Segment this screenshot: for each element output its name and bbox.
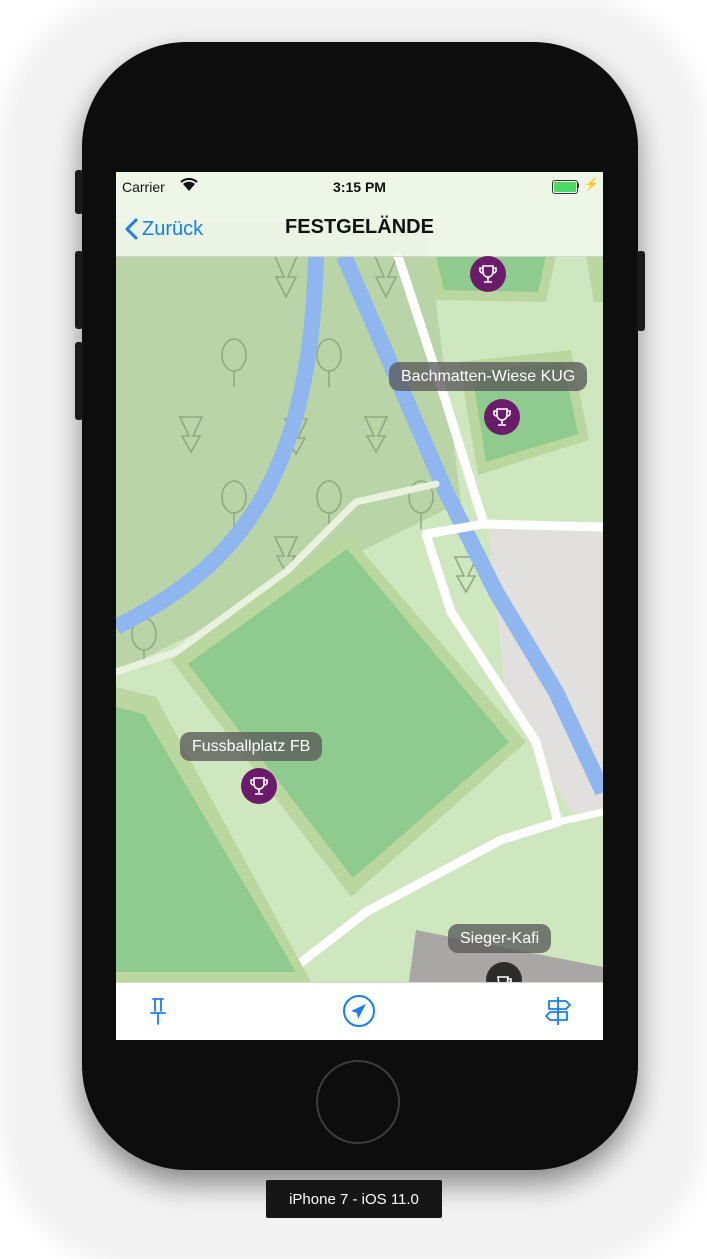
volume-up-button bbox=[75, 251, 83, 329]
battery-tip bbox=[577, 183, 579, 188]
trophy-icon bbox=[250, 777, 268, 795]
map-view[interactable] bbox=[116, 172, 603, 1040]
trophy-pin-top[interactable] bbox=[470, 256, 506, 292]
battery-icon bbox=[552, 180, 578, 194]
signpost-icon bbox=[545, 997, 571, 1025]
page-title: FESTGELÄNDE bbox=[285, 216, 434, 238]
map-label-sieger: Sieger-Kafi bbox=[448, 924, 552, 953]
home-button[interactable] bbox=[316, 1060, 400, 1144]
status-time: 3:15 PM bbox=[333, 179, 386, 195]
pushpin-button[interactable] bbox=[140, 993, 176, 1029]
status-bar: Carrier 3:15 PM ⚡ bbox=[116, 172, 603, 198]
pushpin-icon bbox=[150, 998, 166, 1025]
trophy-icon bbox=[479, 265, 497, 283]
map-label-fussballplatz: Fussballplatz FB bbox=[180, 732, 323, 761]
trophy-pin-fussballplatz[interactable] bbox=[241, 768, 277, 804]
navigation-bar: Carrier 3:15 PM ⚡ Zurück FESTGELÄNDE bbox=[116, 172, 603, 257]
device-label: iPhone 7 - iOS 11.0 bbox=[266, 1180, 442, 1218]
mute-switch bbox=[75, 170, 83, 214]
bottom-toolbar bbox=[116, 982, 603, 1040]
power-button bbox=[637, 251, 645, 331]
trophy-pin-bachmatten[interactable] bbox=[484, 399, 520, 435]
trophy-icon bbox=[493, 408, 511, 426]
charging-bolt-icon: ⚡ bbox=[584, 177, 599, 191]
location-arrow-icon bbox=[343, 995, 375, 1027]
volume-down-button bbox=[75, 342, 83, 420]
map-label-bachmatten: Bachmatten-Wiese KUG bbox=[389, 362, 588, 391]
locate-me-button[interactable] bbox=[341, 993, 377, 1029]
app-screen: Carrier 3:15 PM ⚡ Zurück FESTGELÄNDE Bac… bbox=[116, 172, 603, 1040]
directions-button[interactable] bbox=[540, 993, 576, 1029]
